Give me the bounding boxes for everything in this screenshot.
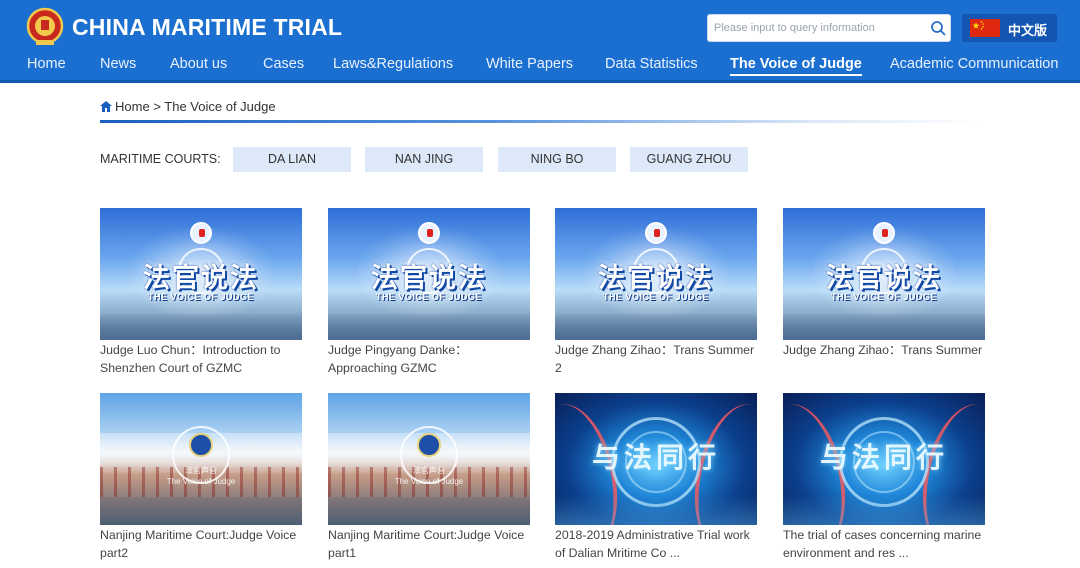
thumbnail-subtitle: THE VOICE OF JUDGE bbox=[375, 292, 482, 302]
search-input[interactable] bbox=[708, 15, 926, 41]
court-emblem-icon bbox=[873, 222, 895, 244]
thumbnail-port-scene bbox=[100, 314, 302, 340]
home-icon bbox=[100, 101, 112, 112]
court-emblem-icon bbox=[418, 222, 440, 244]
site-header: CHINA MARITIME TRIAL 中文版 Home News About… bbox=[0, 0, 1080, 83]
video-title[interactable]: Judge Pingyang Danke：Approaching GZMC bbox=[328, 342, 530, 377]
thumbnail-port-scene bbox=[783, 314, 985, 340]
court-emblem-icon bbox=[189, 433, 213, 457]
thumbnail-subtitle: THE VOICE OF JUDGE bbox=[602, 292, 709, 302]
video-thumbnail[interactable]: 法官说法 THE VOICE OF JUDGE bbox=[328, 208, 530, 340]
language-switch-button[interactable]: 中文版 bbox=[962, 14, 1057, 42]
video-title[interactable]: Nanjing Maritime Court:Judge Voice part1 bbox=[328, 527, 530, 562]
thumbnail-port-scene bbox=[328, 314, 530, 340]
video-thumbnail[interactable]: 法官说法 THE VOICE OF JUDGE bbox=[100, 208, 302, 340]
courts-label: MARITIME COURTS: bbox=[100, 152, 221, 166]
language-label: 中文版 bbox=[1008, 23, 1048, 38]
main-nav: Home News About us Cases Laws&Regulation… bbox=[0, 54, 1080, 80]
video-card[interactable]: 与法同行 The trial of cases concerning marin… bbox=[783, 393, 985, 562]
breadcrumb-current[interactable]: The Voice of Judge bbox=[164, 99, 275, 114]
nav-item-cases[interactable]: Cases bbox=[263, 56, 304, 72]
thumbnail-title: 法官说法 bbox=[371, 263, 487, 294]
breadcrumb-separator: > bbox=[153, 99, 161, 114]
thumbnail-subtitle: THE VOICE OF JUDGE bbox=[147, 292, 254, 302]
thumbnail-title: 法官说法 bbox=[143, 263, 259, 294]
video-thumbnail[interactable]: 法官声音 The Voice of Judge bbox=[328, 393, 530, 525]
video-card[interactable]: 法官声音 The Voice of Judge Nanjing Maritime… bbox=[100, 393, 302, 562]
video-title[interactable]: Nanjing Maritime Court:Judge Voice part2 bbox=[100, 527, 302, 562]
court-button-da-lian[interactable]: DA LIAN bbox=[233, 147, 351, 172]
nav-item-academic-communication[interactable]: Academic Communication bbox=[890, 56, 1058, 72]
search-box bbox=[707, 14, 951, 42]
video-thumbnail[interactable]: 法官声音 The Voice of Judge bbox=[100, 393, 302, 525]
court-emblem-icon bbox=[645, 222, 667, 244]
nav-item-data-statistics[interactable]: Data Statistics bbox=[605, 56, 698, 72]
breadcrumb-divider bbox=[100, 120, 984, 123]
video-thumbnail[interactable]: 法官说法 THE VOICE OF JUDGE bbox=[783, 208, 985, 340]
court-emblem-icon bbox=[417, 433, 441, 457]
thumbnail-subtitle: The Voice of Judge bbox=[166, 477, 236, 486]
court-button-nan-jing[interactable]: NAN JING bbox=[365, 147, 483, 172]
thumbnail-port-scene bbox=[555, 314, 757, 340]
video-title[interactable]: Judge Zhang Zihao：Trans Summer bbox=[783, 342, 985, 360]
video-thumbnail[interactable]: 与法同行 bbox=[555, 393, 757, 525]
nav-item-home[interactable]: Home bbox=[27, 56, 66, 72]
video-title[interactable]: The trial of cases concerning marine env… bbox=[783, 527, 985, 562]
nav-item-voice-of-judge[interactable]: The Voice of Judge bbox=[730, 56, 862, 76]
nav-item-about-us[interactable]: About us bbox=[170, 56, 227, 72]
court-button-guang-zhou[interactable]: GUANG ZHOU bbox=[630, 147, 748, 172]
china-flag-icon bbox=[970, 19, 1000, 37]
thumbnail-floor-glow bbox=[555, 495, 757, 525]
thumbnail-subtitle: THE VOICE OF JUDGE bbox=[830, 292, 937, 302]
video-title[interactable]: 2018-2019 Administrative Trial work of D… bbox=[555, 527, 757, 562]
thumbnail-subtitle: The Voice of Judge bbox=[394, 477, 464, 486]
video-card[interactable]: 法官说法 THE VOICE OF JUDGE Judge Zhang Ziha… bbox=[555, 208, 757, 377]
video-card[interactable]: 法官说法 THE VOICE OF JUDGE Judge Zhang Ziha… bbox=[783, 208, 985, 360]
video-card[interactable]: 法官说法 THE VOICE OF JUDGE Judge Pingyang D… bbox=[328, 208, 530, 377]
video-card[interactable]: 与法同行 2018-2019 Administrative Trial work… bbox=[555, 393, 757, 562]
thumbnail-title: 法官声音 bbox=[185, 466, 217, 475]
video-title[interactable]: Judge Zhang Zihao：Trans Summer 2 bbox=[555, 342, 757, 377]
thumbnail-title: 与法同行 bbox=[591, 441, 720, 474]
court-button-ning-bo[interactable]: NING BO bbox=[498, 147, 616, 172]
search-icon[interactable] bbox=[930, 20, 946, 36]
video-title[interactable]: Judge Luo Chun：Introduction to Shenzhen … bbox=[100, 342, 302, 377]
thumbnail-title: 与法同行 bbox=[819, 441, 948, 474]
court-emblem-icon[interactable] bbox=[26, 6, 64, 48]
thumbnail-title: 法官声音 bbox=[413, 466, 445, 475]
nav-item-white-papers[interactable]: White Papers bbox=[486, 56, 573, 72]
nav-item-news[interactable]: News bbox=[100, 56, 136, 72]
site-title[interactable]: CHINA MARITIME TRIAL bbox=[72, 14, 342, 41]
thumbnail-floor-glow bbox=[783, 495, 985, 525]
breadcrumb: Home > The Voice of Judge bbox=[100, 99, 276, 114]
video-card[interactable]: 法官声音 The Voice of Judge Nanjing Maritime… bbox=[328, 393, 530, 562]
court-emblem-icon bbox=[190, 222, 212, 244]
thumbnail-title: 法官说法 bbox=[826, 263, 942, 294]
video-thumbnail[interactable]: 法官说法 THE VOICE OF JUDGE bbox=[555, 208, 757, 340]
breadcrumb-home-link[interactable]: Home bbox=[115, 99, 150, 114]
video-card[interactable]: 法官说法 THE VOICE OF JUDGE Judge Luo Chun：I… bbox=[100, 208, 302, 377]
video-thumbnail[interactable]: 与法同行 bbox=[783, 393, 985, 525]
thumbnail-title: 法官说法 bbox=[598, 263, 714, 294]
nav-item-laws-regulations[interactable]: Laws&Regulations bbox=[333, 56, 453, 72]
